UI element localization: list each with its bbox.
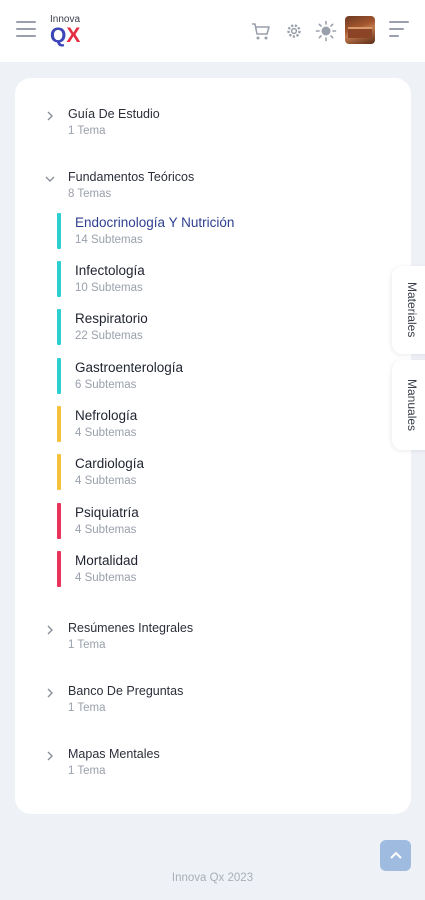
logo-x: X	[66, 24, 81, 47]
section-title: Resúmenes Integrales	[68, 621, 194, 635]
section-count: 1 Tema	[68, 125, 106, 137]
cart-icon[interactable]	[250, 20, 272, 42]
topic-count: 4 Subtemas	[75, 475, 137, 487]
topic-count: 4 Subtemas	[75, 572, 137, 584]
topic-color-bar	[57, 309, 61, 345]
topic-color-bar	[57, 213, 61, 249]
chevron-right-icon	[47, 688, 53, 698]
topic-color-bar	[57, 454, 61, 490]
chevron-right-icon	[47, 111, 53, 121]
topic-mortalidad[interactable]: Mortalidad 4 Subtemas	[57, 551, 377, 589]
topic-title: Mortalidad	[75, 553, 139, 568]
app-logo[interactable]: Innova QX	[50, 14, 90, 48]
topic-count: 6 Subtemas	[75, 379, 137, 391]
topic-count: 22 Subtemas	[75, 330, 143, 342]
section-title: Banco De Preguntas	[68, 684, 184, 698]
avatar[interactable]	[345, 16, 375, 44]
topic-psiquiatria[interactable]: Psiquiatría 4 Subtemas	[57, 503, 377, 541]
tab-manuales-label: Manuales	[405, 378, 419, 432]
section-count: 8 Temas	[68, 188, 112, 200]
topic-cardiologia[interactable]: Cardiología 4 Subtemas	[57, 454, 377, 492]
section-count: 1 Tema	[68, 702, 106, 714]
topic-title: Infectología	[75, 263, 145, 278]
section-count: 1 Tema	[68, 765, 106, 777]
top-bar: Innova QX	[0, 0, 425, 62]
tab-materiales-label: Materiales	[405, 282, 419, 338]
topic-title: Cardiología	[75, 456, 145, 471]
logo-mark: QX	[50, 25, 90, 47]
topic-color-bar	[57, 261, 61, 297]
section-title: Fundamentos Teóricos	[68, 170, 195, 184]
topic-title: Nefrología	[75, 408, 138, 423]
topic-count: 14 Subtemas	[75, 234, 143, 246]
topic-count: 4 Subtemas	[75, 524, 137, 536]
topic-color-bar	[57, 551, 61, 587]
topic-infectologia[interactable]: Infectología 10 Subtemas	[57, 261, 377, 299]
topic-color-bar	[57, 503, 61, 539]
topic-color-bar	[57, 406, 61, 442]
chevron-down-icon	[45, 176, 55, 182]
topic-title: Gastroenterología	[75, 360, 184, 375]
topic-endocrinologia[interactable]: Endocrinología Y Nutrición 14 Subtemas	[57, 213, 377, 251]
topic-count: 4 Subtemas	[75, 427, 137, 439]
scroll-to-top-button[interactable]	[380, 840, 411, 871]
topic-title: Respiratorio	[75, 311, 148, 326]
course-content-card: Guía De Estudio 1 Tema Fundamentos Teóri…	[15, 78, 411, 814]
footer-copyright: Innova Qx 2023	[171, 872, 254, 884]
topic-respiratorio[interactable]: Respiratorio 22 Subtemas	[57, 309, 377, 347]
chevron-up-icon	[389, 851, 402, 859]
tab-manuales[interactable]: Manuales	[392, 360, 425, 450]
logo-q: Q	[50, 24, 67, 47]
topic-title: Psiquiatría	[75, 505, 139, 520]
section-count: 1 Tema	[68, 639, 106, 651]
topic-color-bar	[57, 358, 61, 394]
section-title: Guía De Estudio	[68, 107, 160, 121]
section-title: Mapas Mentales	[68, 747, 160, 761]
sort-icon[interactable]	[389, 21, 409, 39]
sun-icon[interactable]	[315, 20, 337, 42]
menu-icon[interactable]	[16, 21, 36, 39]
gear-icon[interactable]	[283, 20, 305, 42]
tab-materiales[interactable]: Materiales	[392, 266, 425, 354]
chevron-right-icon	[47, 625, 53, 635]
topic-gastroenterologia[interactable]: Gastroenterología 6 Subtemas	[57, 358, 377, 396]
topic-count: 10 Subtemas	[75, 282, 143, 294]
chevron-right-icon	[47, 751, 53, 761]
topic-title: Endocrinología Y Nutrición	[75, 215, 235, 230]
topic-nefrologia[interactable]: Nefrología 4 Subtemas	[57, 406, 377, 444]
